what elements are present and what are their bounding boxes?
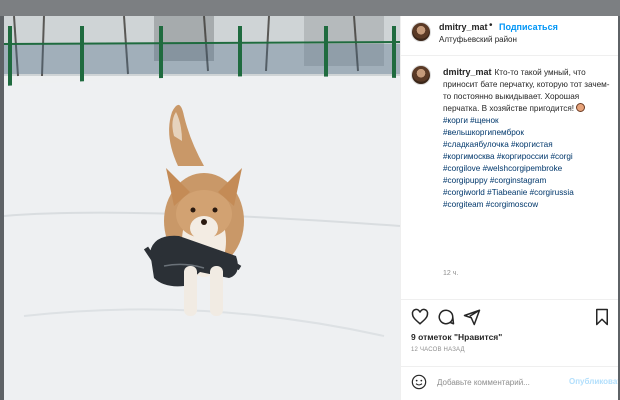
- hashtag-line[interactable]: #corgipuppy #corginstagram: [443, 175, 613, 187]
- likes-count[interactable]: 9 отметок "Нравится": [411, 332, 502, 342]
- share-icon[interactable]: [463, 308, 481, 326]
- window-top-strip: [0, 0, 620, 16]
- hashtag-line[interactable]: #вельшкоргипемброк: [443, 127, 613, 139]
- bookmark-icon[interactable]: [593, 308, 611, 326]
- hashtag-line[interactable]: #corgiteam #corgimoscow: [443, 199, 613, 211]
- avatar[interactable]: [411, 22, 431, 42]
- comment-icon[interactable]: [437, 308, 455, 326]
- hashtag-line[interactable]: #корги #щенок: [443, 115, 613, 127]
- post-header: dmitry_mat • Подписаться Алтуфьевский ра…: [401, 16, 619, 56]
- post-timestamp: 12 ЧАСОВ НАЗАД: [411, 347, 465, 353]
- comment-input[interactable]: [437, 375, 567, 389]
- follow-button[interactable]: Подписаться: [499, 22, 558, 32]
- separator-dot: •: [489, 20, 493, 31]
- publish-button[interactable]: Опубликовать: [569, 377, 620, 386]
- caption: dmitry_mat Кто-то такой умный, что принос…: [443, 66, 613, 211]
- location-link[interactable]: Алтуфьевский район: [439, 35, 517, 44]
- hashtag-line[interactable]: #сладкаябулочка #коргистая: [443, 139, 613, 151]
- emoji-icon: [576, 103, 586, 112]
- smiley-icon[interactable]: [411, 374, 427, 390]
- corgi-photo-illustration: [4, 16, 400, 400]
- comment-timestamp: 12 ч.: [443, 270, 459, 277]
- hashtag-line[interactable]: #corgiworld #Tiabeanie #corgirussia: [443, 187, 613, 199]
- add-comment-bar: Опубликовать: [401, 366, 620, 396]
- post-panel: dmitry_mat • Подписаться Алтуфьевский ра…: [400, 16, 620, 400]
- caption-username[interactable]: dmitry_mat: [443, 67, 492, 77]
- hashtag-line[interactable]: #коргимосква #коргироссии #corgi: [443, 151, 613, 163]
- header-username[interactable]: dmitry_mat: [439, 22, 488, 32]
- action-bar: 9 отметок "Нравится" 12 ЧАСОВ НАЗАД Опуб…: [401, 299, 620, 396]
- hashtag-line[interactable]: #corgilove #welshcorgipembroke: [443, 163, 613, 175]
- caption-avatar[interactable]: [411, 65, 431, 85]
- heart-icon[interactable]: [411, 308, 429, 326]
- post-photo[interactable]: [4, 16, 400, 400]
- caption-area: dmitry_mat Кто-то такой умный, что принос…: [401, 57, 619, 297]
